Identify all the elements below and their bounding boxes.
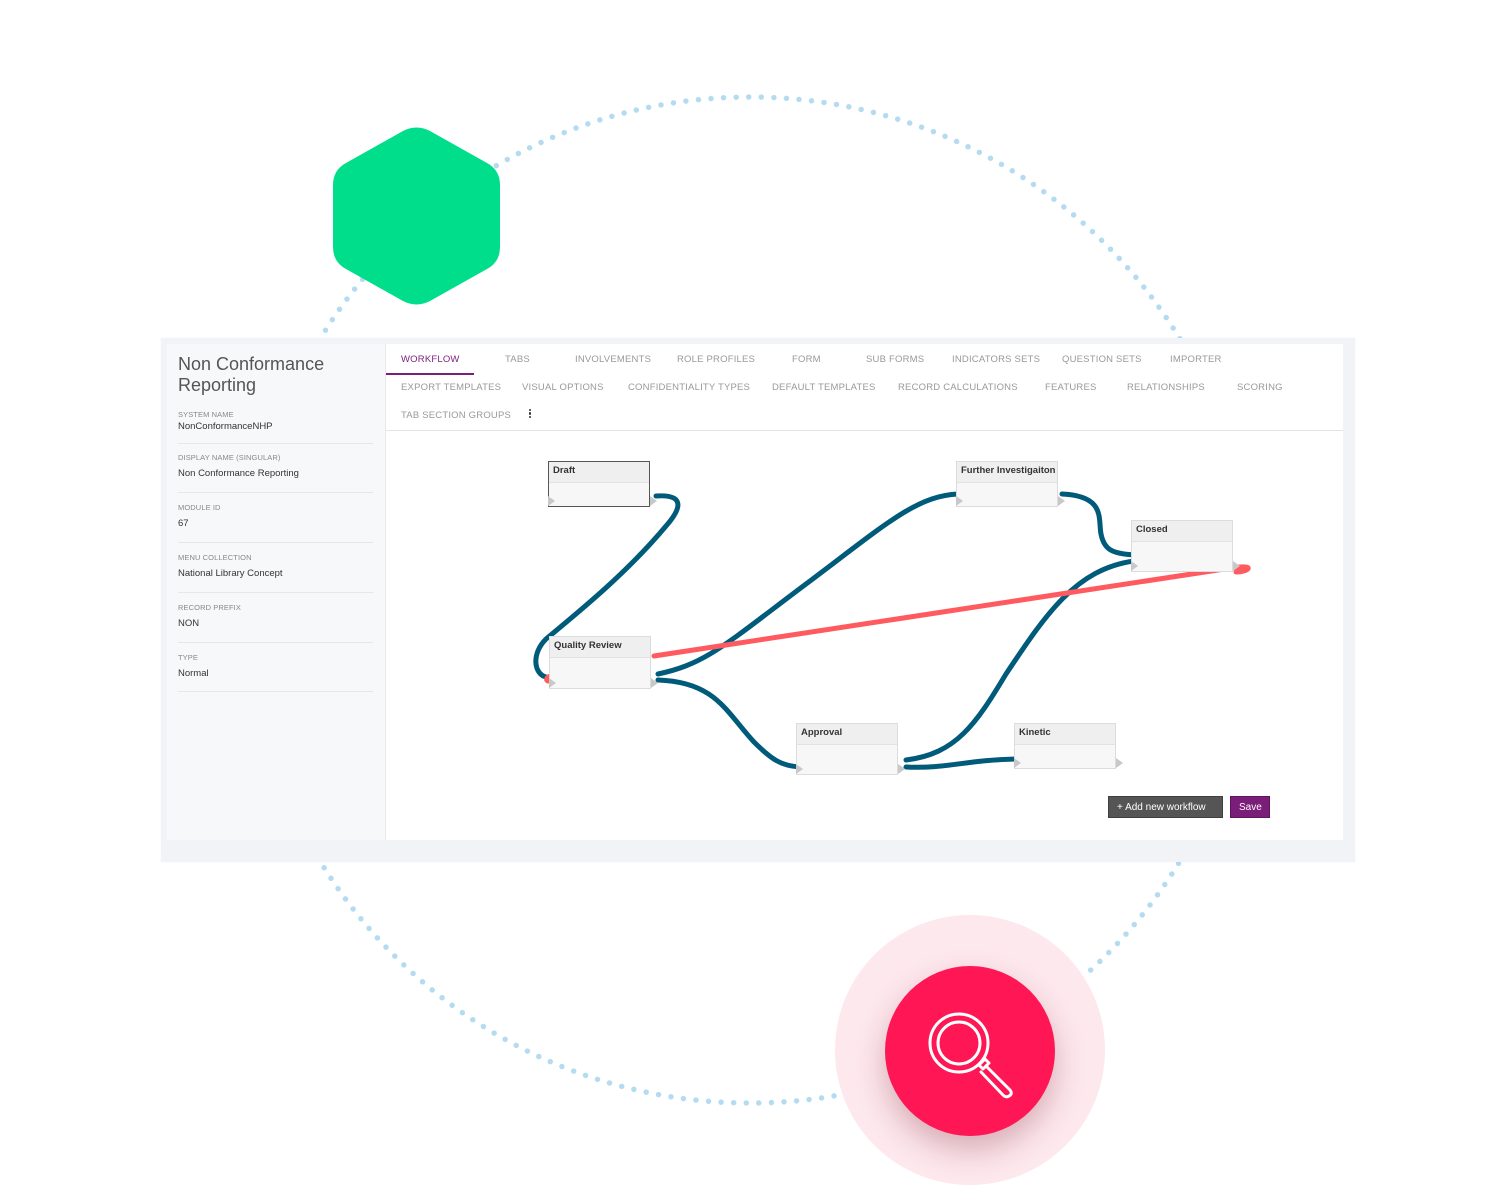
field-module-id: MODULE ID 67 [178,503,373,543]
link-closed-quality[interactable] [651,564,1251,659]
link-quality-approval[interactable] [655,677,803,770]
node-label: Approval [797,724,897,745]
field-label: MENU COLLECTION [178,553,252,562]
workflow-node-kinetic[interactable]: Kinetic [1014,723,1123,769]
input-port[interactable] [548,496,555,506]
workflow-node-closed[interactable]: Closed [1131,520,1240,572]
search-button[interactable] [885,966,1055,1136]
input-port[interactable] [1131,561,1138,571]
link-further-closed[interactable] [1059,491,1139,558]
field-label: MODULE ID [178,503,221,512]
node-label: Draft [549,462,649,483]
link-approval-kinetic[interactable] [903,756,1019,770]
field-display-name: DISPLAY NAME (SINGULAR) Non Conformance … [178,453,373,493]
field-menu-collection: MENU COLLECTION National Library Concept [178,553,373,593]
magnifier-icon [928,1012,1013,1099]
workflow-node-further-investigation[interactable]: Further Investigaiton [956,461,1065,507]
field-system-name: SYSTEM NAME NonConformanceNHP [178,410,373,444]
save-button[interactable]: Save [1230,796,1270,818]
module-title: Non Conformance Reporting [178,354,325,395]
node-label: Quality Review [550,637,650,658]
output-port[interactable] [651,678,658,688]
output-port[interactable] [1058,496,1065,506]
input-port[interactable] [549,678,556,688]
node-label: Kinetic [1015,724,1115,745]
field-label: DISPLAY NAME (SINGULAR) [178,453,281,462]
add-new-workflow-button[interactable]: + Add new workflow [1108,796,1223,818]
node-label: Closed [1132,521,1232,542]
field-value: Non Conformance Reporting [178,468,299,479]
field-record-prefix: RECORD PREFIX NON [178,603,373,643]
output-port[interactable] [898,764,905,774]
module-sidebar: Non Conformance Reporting SYSTEM NAME No… [167,344,386,840]
node-label: Further Investigaiton [957,462,1057,483]
hexagon-shape [333,127,500,305]
field-value: NonConformanceNHP [178,421,273,432]
output-port[interactable] [650,496,657,506]
field-value: National Library Concept [178,568,283,579]
workflow-node-draft[interactable]: Draft [548,461,657,507]
workflow-panel: WORKFLOW TABS INVOLVEMENTS ROLE PROFILES… [386,344,1343,840]
workflow-node-approval[interactable]: Approval [796,723,905,775]
input-port[interactable] [956,496,963,506]
output-port[interactable] [1116,758,1123,768]
input-port[interactable] [1014,758,1021,768]
field-label: TYPE [178,653,198,662]
workflow-node-quality-review[interactable]: Quality Review [549,636,658,689]
field-type: TYPE Normal [178,653,373,692]
field-label: SYSTEM NAME [178,410,234,419]
field-value: 67 [178,518,189,529]
field-label: RECORD PREFIX [178,603,241,612]
field-value: NON [178,618,200,629]
input-port[interactable] [796,764,803,774]
output-port[interactable] [1233,561,1240,571]
field-value: Normal [178,668,209,679]
